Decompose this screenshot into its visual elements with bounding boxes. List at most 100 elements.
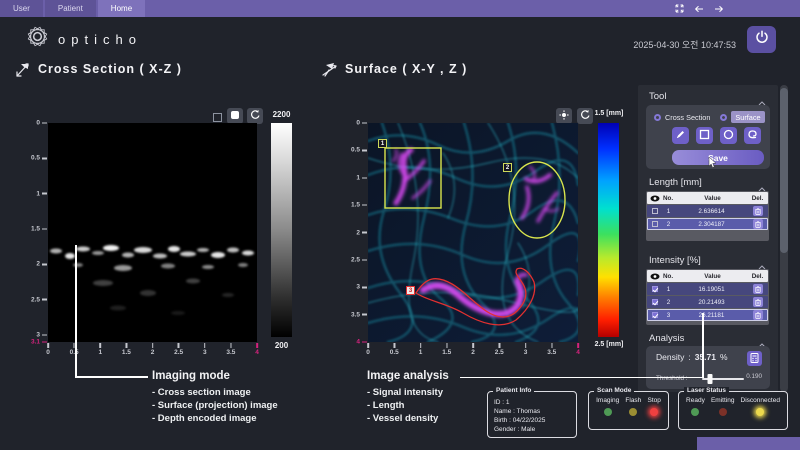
row-visibility-checkbox[interactable]: [652, 312, 658, 318]
delete-button[interactable]: [748, 206, 767, 216]
surface-radio-label[interactable]: Surface: [731, 111, 764, 123]
imaging-mode-item: - Cross section image: [152, 386, 278, 399]
sf-y-tick: 1: [356, 174, 367, 181]
length-section-title: Length [mm]: [649, 177, 702, 188]
intensity-table-header: No. Value Del.: [647, 270, 768, 282]
length-table-row[interactable]: 22.304187: [647, 218, 768, 230]
rect-roi-tool-button[interactable]: [696, 127, 713, 144]
intensity-table-row[interactable]: 326.21181: [647, 309, 768, 321]
snapshot-button[interactable]: [227, 108, 243, 124]
sf-x-tick: 3: [524, 343, 528, 356]
roi-label-1[interactable]: 1: [378, 139, 387, 148]
status-indicator-flash: Flash: [625, 397, 641, 416]
back-arrow-icon[interactable]: [694, 5, 704, 13]
ellipse-roi-tool-button[interactable]: [720, 127, 737, 144]
status-indicator-imaging: Imaging: [596, 397, 619, 416]
save-button[interactable]: Save: [672, 150, 764, 165]
threshold-slider-thumb[interactable]: [708, 374, 713, 384]
callout-line: [75, 245, 77, 377]
cs-y-tick: 0.5: [31, 155, 47, 162]
cross-section-radio[interactable]: [654, 114, 661, 121]
row-visibility-checkbox[interactable]: [652, 286, 658, 292]
tab-patient[interactable]: Patient: [45, 0, 96, 17]
sf-colorbar-max: 1.5 [mm]: [592, 110, 626, 117]
window-controls: [675, 0, 724, 17]
sf-x-tick: 2: [471, 343, 475, 356]
delete-button[interactable]: [748, 297, 767, 307]
length-table: No. Value Del. 12.63661422.304187: [646, 191, 769, 241]
image-analysis-item: - Signal intensity: [367, 386, 443, 399]
power-button[interactable]: [747, 26, 776, 53]
row-visibility-checkbox[interactable]: [652, 299, 658, 305]
row-number: 2: [662, 299, 675, 306]
delete-button[interactable]: [748, 219, 767, 229]
cross-section-radio-label[interactable]: Cross Section: [665, 113, 710, 122]
cs-y-tick: 2: [36, 261, 47, 268]
analysis-card: Density : 35.71 % Threshold : 0.190: [646, 346, 770, 389]
sf-x-tick: 1.5: [442, 343, 451, 356]
surface-title: Surface ( X-Y , Z ): [345, 62, 467, 76]
delete-button[interactable]: [748, 284, 767, 294]
surface-radio[interactable]: [720, 114, 727, 121]
sf-x-tick: 0: [366, 343, 370, 356]
tab-home[interactable]: Home: [98, 0, 145, 17]
row-value: 20.21493: [675, 299, 748, 306]
row-value: 16.19051: [675, 286, 748, 293]
cs-y-tick: 1.5: [31, 225, 47, 232]
cs-x-tick: 1.5: [122, 343, 131, 356]
intensity-table-row[interactable]: 220.21493: [647, 296, 768, 308]
row-visibility-checkbox[interactable]: [652, 221, 658, 227]
eye-visibility-icon[interactable]: [647, 273, 663, 280]
row-visibility-checkbox[interactable]: [652, 208, 658, 214]
expand-icon[interactable]: [675, 4, 684, 13]
overlay-checkbox[interactable]: [213, 113, 222, 122]
roi-label-2[interactable]: 2: [503, 163, 512, 172]
sidebar-scrollbar[interactable]: [780, 85, 788, 392]
compute-density-button[interactable]: [747, 351, 762, 366]
density-colon: :: [688, 352, 690, 362]
cross-section-image[interactable]: [48, 123, 257, 342]
freehand-roi-tool-button[interactable]: [744, 127, 761, 144]
scan-mode-box: Scan Mode ImagingFlashStop: [588, 391, 669, 430]
laser-status-box: Laser Status ReadyEmittingDisconnected: [678, 391, 788, 430]
scan-mode-indicators: ImagingFlashStop: [589, 392, 668, 416]
pen-tool-button[interactable]: [672, 127, 689, 144]
cs-y-tick: 2.5: [31, 296, 47, 303]
capture-button[interactable]: [556, 108, 572, 124]
cs-colorbar-max: 2200: [271, 110, 292, 119]
scrollbar-thumb[interactable]: [780, 88, 788, 253]
sf-reset-view-button[interactable]: [577, 108, 593, 124]
sf-colorbar: [598, 123, 619, 337]
forward-arrow-icon[interactable]: [714, 5, 724, 13]
imaging-mode-item: - Surface (projection) image: [152, 399, 278, 412]
cs-x-tick: 4: [255, 343, 259, 356]
indicator-label: Flash: [625, 397, 641, 404]
patient-info-lines: ID : 1 Name : Thomas Birth : 04/22/2025 …: [488, 392, 576, 434]
image-analysis-item: - Length: [367, 399, 443, 412]
image-analysis-item: - Vessel density: [367, 412, 443, 425]
tab-user[interactable]: User: [0, 0, 43, 17]
image-analysis-list: - Signal intensity - Length - Vessel den…: [367, 386, 443, 425]
intensity-table-row[interactable]: 116.19051: [647, 283, 768, 295]
cs-x-tick: 2: [151, 343, 155, 356]
roi-label-3[interactable]: 3: [406, 286, 415, 295]
eye-visibility-icon[interactable]: [647, 195, 663, 202]
delete-button[interactable]: [748, 310, 767, 320]
threshold-slider[interactable]: [702, 378, 744, 380]
density-label: Density: [656, 352, 684, 362]
length-table-row[interactable]: 12.636614: [647, 205, 768, 217]
indicator-dot: [691, 408, 699, 416]
intensity-table: No. Value Del. 116.19051220.21493326.211…: [646, 269, 769, 325]
row-number: 2: [662, 221, 675, 228]
surface-plot-wrap: 1 2 3 00.511.522.533.54 00.511.522.533.5…: [368, 123, 578, 342]
sf-x-tick: 2.5: [495, 343, 504, 356]
sf-colorbar-min: 2.5 [mm]: [592, 341, 626, 348]
cross-section-plot-wrap: 00.511.522.533.1 00.511.522.533.54: [48, 123, 257, 342]
trash-icon: [753, 310, 763, 320]
cs-reset-view-button[interactable]: [247, 108, 263, 124]
trash-icon: [753, 219, 763, 229]
surface-image[interactable]: [368, 123, 578, 342]
tool-buttons: [672, 127, 761, 144]
sf-x-tick: 4: [576, 343, 580, 356]
row-number: 1: [662, 286, 675, 293]
